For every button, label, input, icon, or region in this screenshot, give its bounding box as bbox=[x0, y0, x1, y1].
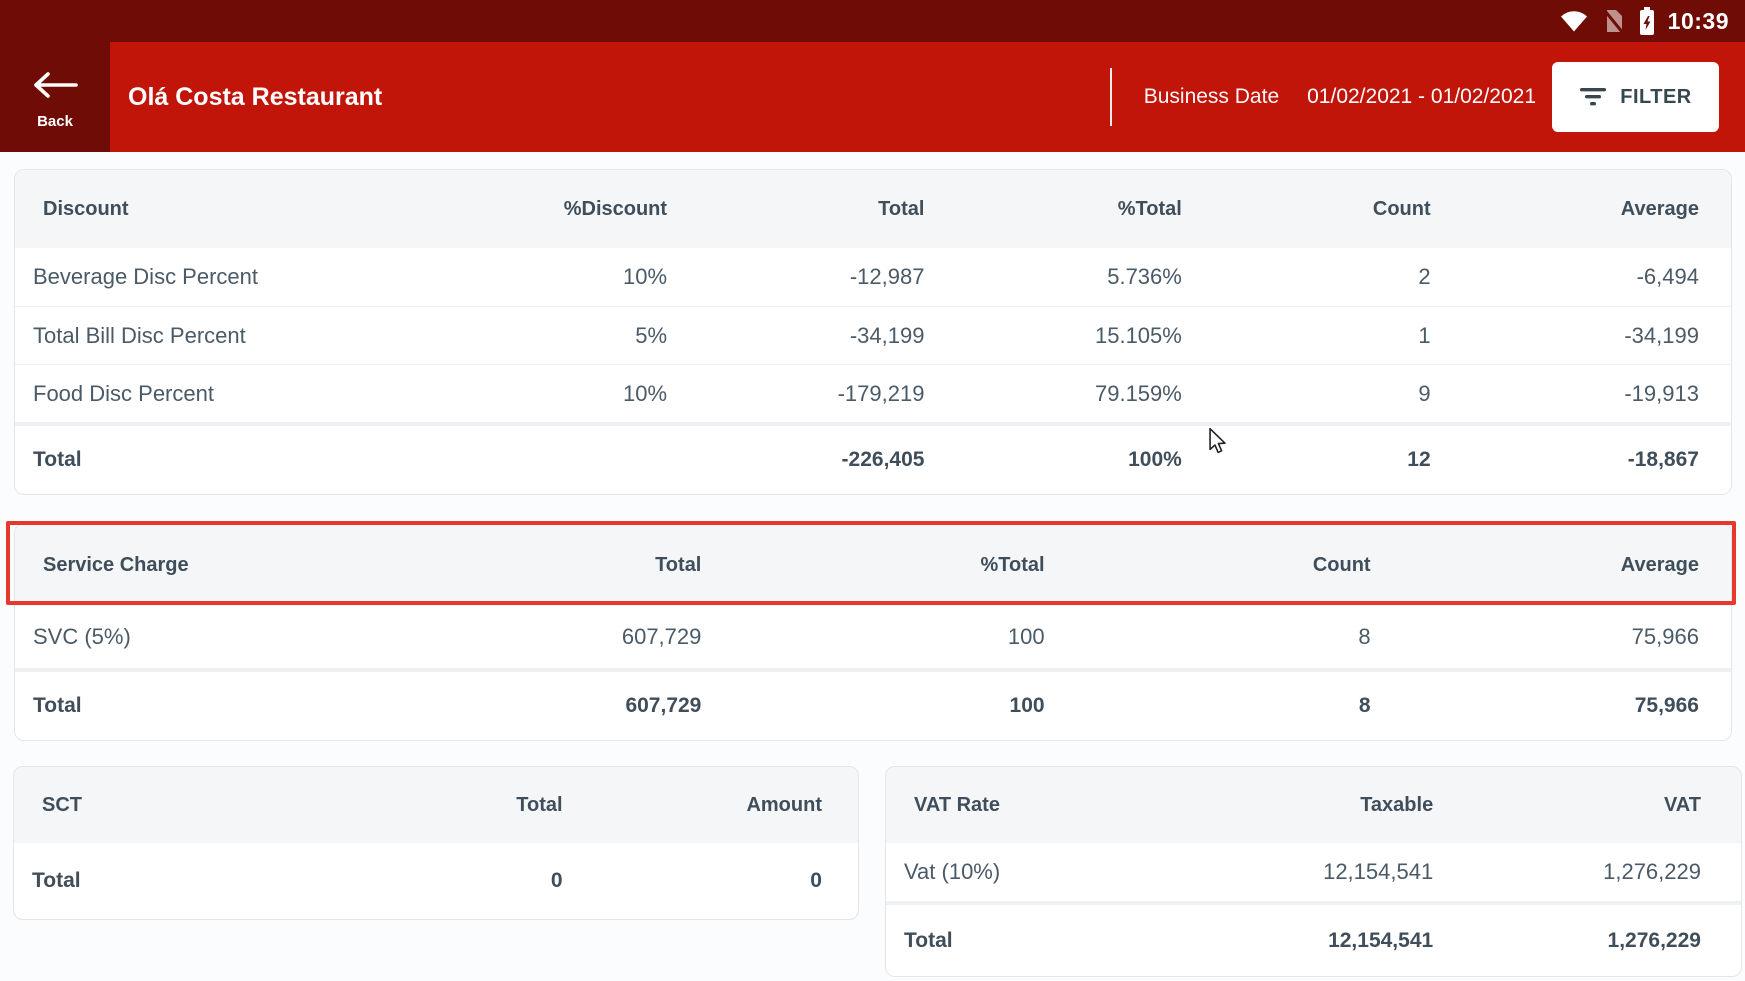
table-cell: 8 bbox=[1045, 624, 1371, 650]
table-cell: 607,729 bbox=[495, 624, 701, 650]
table-total-row: Total 0 0 bbox=[14, 843, 858, 919]
table-cell: 12,154,541 bbox=[1194, 859, 1433, 885]
table-cell: 100 bbox=[701, 694, 1044, 718]
status-bar: 10:39 bbox=[0, 0, 1745, 42]
table-cell: 10% bbox=[427, 381, 667, 407]
table-cell: 100% bbox=[924, 448, 1181, 472]
header-cell: Average bbox=[1371, 554, 1731, 577]
header-cell: Total bbox=[335, 794, 563, 817]
header-cell: Discount bbox=[15, 198, 427, 221]
wifi-icon bbox=[1559, 9, 1589, 33]
table-cell: 0 bbox=[335, 869, 563, 893]
table-total-row: Total -226,405 100% 12 -18,867 bbox=[15, 422, 1731, 494]
table-cell: 2 bbox=[1182, 264, 1431, 290]
header-cell: Service Charge bbox=[15, 554, 495, 577]
table-cell: -19,913 bbox=[1431, 381, 1731, 407]
header-cell: Total bbox=[667, 198, 924, 221]
table-cell: -179,219 bbox=[667, 381, 924, 407]
table-cell: -18,867 bbox=[1431, 448, 1731, 472]
table-cell: 1,276,229 bbox=[1433, 859, 1741, 885]
service-charge-table-header: Service Charge Total %Total Count Averag… bbox=[15, 524, 1731, 606]
table-cell: 9 bbox=[1182, 381, 1431, 407]
table-cell: 0 bbox=[563, 869, 858, 893]
table-cell: -6,494 bbox=[1431, 264, 1731, 290]
table-cell: 12,154,541 bbox=[1194, 929, 1433, 953]
table-cell: -34,199 bbox=[1431, 323, 1731, 349]
table-cell: Total bbox=[886, 929, 1194, 953]
clock: 10:39 bbox=[1668, 8, 1729, 35]
discount-table-header: Discount %Discount Total %Total Count Av… bbox=[15, 170, 1731, 248]
no-sim-icon bbox=[1602, 7, 1626, 35]
table-cell: 1 bbox=[1182, 323, 1431, 349]
table-cell: 5% bbox=[427, 323, 667, 349]
header-cell: Taxable bbox=[1194, 794, 1433, 817]
table-cell: 15.105% bbox=[924, 323, 1181, 349]
back-label: Back bbox=[37, 113, 73, 130]
table-row: SVC (5%) 607,729 100 8 75,966 bbox=[15, 606, 1731, 668]
header-cell: Amount bbox=[563, 794, 858, 817]
table-cell: 10% bbox=[427, 264, 667, 290]
business-date-range: 01/02/2021 - 01/02/2021 bbox=[1307, 85, 1536, 109]
table-row: Beverage Disc Percent 10% -12,987 5.736%… bbox=[15, 248, 1731, 306]
table-cell: 8 bbox=[1045, 694, 1371, 718]
table-cell: Total bbox=[15, 694, 495, 718]
service-charge-table: Service Charge Total %Total Count Averag… bbox=[14, 523, 1732, 741]
battery-charging-icon bbox=[1639, 7, 1655, 35]
table-cell: SVC (5%) bbox=[15, 624, 495, 650]
table-cell: 12 bbox=[1182, 448, 1431, 472]
table-row: Total Bill Disc Percent 5% -34,199 15.10… bbox=[15, 306, 1731, 364]
table-total-row: Total 12,154,541 1,276,229 bbox=[886, 901, 1741, 976]
table-cell: 607,729 bbox=[495, 694, 701, 718]
table-cell: Total bbox=[14, 869, 335, 893]
table-cell: 75,966 bbox=[1371, 694, 1731, 718]
table-row: Vat (10%) 12,154,541 1,276,229 bbox=[886, 843, 1741, 901]
table-total-row: Total 607,729 100 8 75,966 bbox=[15, 668, 1731, 740]
back-arrow-icon bbox=[31, 71, 79, 99]
filter-button[interactable]: FILTER bbox=[1552, 62, 1719, 132]
back-button[interactable]: Back bbox=[0, 42, 110, 152]
sct-table: SCT Total Amount Total 0 0 bbox=[13, 766, 859, 920]
table-cell: 79.159% bbox=[924, 381, 1181, 407]
app-bar-main: Olá Costa Restaurant Business Date 01/02… bbox=[110, 42, 1745, 152]
table-cell: -226,405 bbox=[667, 448, 924, 472]
business-date-label: Business Date bbox=[1144, 85, 1279, 109]
app-bar: Back Olá Costa Restaurant Business Date … bbox=[0, 42, 1745, 152]
table-row: Food Disc Percent 10% -179,219 79.159% 9… bbox=[15, 364, 1731, 422]
table-cell: Vat (10%) bbox=[886, 859, 1194, 885]
vat-table-header: VAT Rate Taxable VAT bbox=[886, 767, 1741, 843]
header-cell: %Total bbox=[701, 554, 1044, 577]
header-cell: Count bbox=[1045, 554, 1371, 577]
header-cell: %Discount bbox=[427, 198, 667, 221]
table-cell: -34,199 bbox=[667, 323, 924, 349]
vertical-divider bbox=[1110, 68, 1112, 126]
app-bar-right: Business Date 01/02/2021 - 01/02/2021 FI… bbox=[1110, 62, 1719, 132]
header-cell: Count bbox=[1182, 198, 1431, 221]
table-cell: Total Bill Disc Percent bbox=[15, 323, 427, 349]
discount-table: Discount %Discount Total %Total Count Av… bbox=[14, 169, 1732, 495]
header-cell: Average bbox=[1431, 198, 1731, 221]
table-cell: Beverage Disc Percent bbox=[15, 264, 427, 290]
table-cell: 1,276,229 bbox=[1433, 929, 1741, 953]
table-cell: 5.736% bbox=[924, 264, 1181, 290]
header-cell: Total bbox=[495, 554, 701, 577]
sct-table-header: SCT Total Amount bbox=[14, 767, 858, 843]
header-cell: SCT bbox=[14, 794, 335, 817]
table-cell: -12,987 bbox=[667, 264, 924, 290]
filter-icon bbox=[1579, 86, 1607, 108]
vat-table: VAT Rate Taxable VAT Vat (10%) 12,154,54… bbox=[885, 766, 1742, 977]
header-cell: VAT bbox=[1433, 794, 1741, 817]
filter-button-label: FILTER bbox=[1620, 86, 1692, 109]
table-cell: Total bbox=[15, 448, 427, 472]
table-cell: Food Disc Percent bbox=[15, 381, 427, 407]
table-cell: 100 bbox=[701, 624, 1044, 650]
header-cell: VAT Rate bbox=[886, 794, 1194, 817]
header-cell: %Total bbox=[924, 198, 1181, 221]
table-cell: 75,966 bbox=[1371, 624, 1731, 650]
page-title: Olá Costa Restaurant bbox=[128, 83, 382, 112]
